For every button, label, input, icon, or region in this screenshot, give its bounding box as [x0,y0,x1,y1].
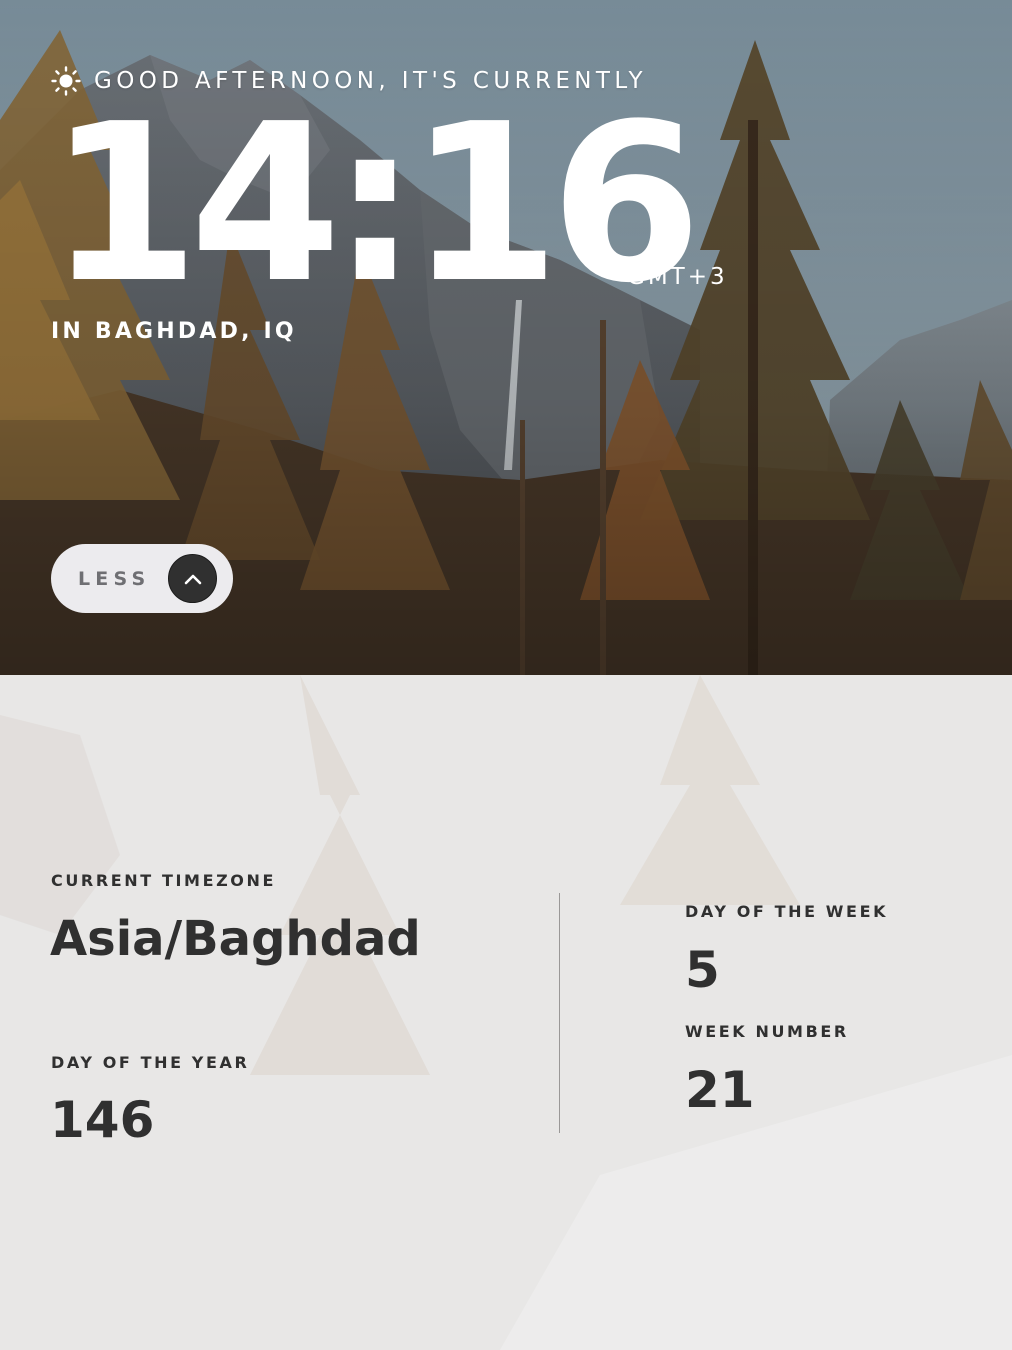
timezone-abbreviation: GMT+3 [627,264,728,290]
panel-background [0,675,1012,1350]
current-timezone-label: CURRENT TIMEZONE [51,871,277,890]
hero-section: GOOD AFTERNOON, IT'S CURRENTLY 14:16 GMT… [0,0,1012,675]
current-timezone-value: Asia/Baghdad [50,911,421,967]
chevron-up-icon [184,574,201,584]
day-of-year-label: DAY OF THE YEAR [51,1053,250,1072]
location: IN BAGHDAD, IQ [51,319,297,344]
less-toggle-button[interactable]: LESS [51,544,233,613]
toggle-label: LESS [78,567,151,590]
day-of-year-value: 146 [50,1091,155,1149]
divider [559,893,560,1133]
week-number-value: 21 [685,1061,755,1119]
toggle-circle[interactable] [168,554,217,603]
clock-app: GOOD AFTERNOON, IT'S CURRENTLY 14:16 GMT… [0,0,1012,1350]
week-number-label: WEEK NUMBER [685,1022,849,1041]
day-of-week-label: DAY OF THE WEEK [685,902,889,921]
current-time: 14:16 [48,78,702,331]
details-panel: CURRENT TIMEZONE Asia/Baghdad DAY OF THE… [0,675,1012,1350]
day-of-week-value: 5 [685,941,720,999]
